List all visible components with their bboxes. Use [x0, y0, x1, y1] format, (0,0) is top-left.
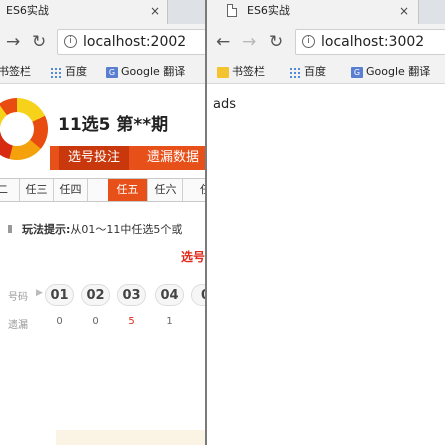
browser-toolbar: ← → ↻ i localhost:3002 [207, 24, 445, 60]
bookmark-google-translate[interactable]: G Google 翻译 [351, 64, 430, 80]
address-bar[interactable]: i localhost:2002 [57, 29, 205, 55]
forward-icon[interactable]: → [242, 32, 256, 52]
number-row-label: 号码 [8, 292, 28, 303]
reload-icon[interactable]: ↻ [32, 32, 46, 52]
back-icon[interactable]: ← [216, 32, 230, 52]
hint-text: 从01～11中任选5个或 [70, 223, 183, 236]
google-translate-icon: G [106, 66, 118, 78]
play-tab[interactable]: 任三 [20, 179, 54, 201]
play-tab[interactable]: 任 [189, 179, 205, 201]
right-browser-window: ES6实战 × ← → ↻ i localhost:3002 书签栏 百度 GG… [207, 0, 445, 445]
page-icon [227, 4, 237, 17]
bookmark-label: 百度 [65, 65, 87, 78]
bookmarks-bar: 书签栏 百度 G Google 翻译 [0, 60, 205, 84]
play-tab[interactable]: 任四 [54, 179, 88, 201]
chevron-right-icon: ▶ [36, 288, 43, 298]
bookmark-google-translate[interactable]: G Google 翻译 [106, 64, 185, 80]
number-ball[interactable]: 01 [45, 284, 74, 306]
number-ball[interactable]: 02 [81, 284, 110, 306]
hint-label: 玩法提示: [22, 223, 71, 236]
bookmark-label: 书签栏 [0, 65, 31, 78]
tab-title: ES6实战 [247, 4, 290, 17]
number-ball[interactable]: 03 [117, 284, 146, 306]
tab-strip: ES6实战 × [207, 0, 445, 24]
bookmark-label: Google 翻译 [121, 65, 186, 78]
miss-value: 0 [92, 316, 99, 327]
play-tab-active[interactable]: 任五 [108, 179, 148, 201]
left-browser-window: ES6实战 × → ↻ i localhost:2002 书签栏 百度 G Goo… [0, 0, 205, 445]
site-info-icon[interactable]: i [302, 35, 315, 48]
google-translate-icon: G [351, 66, 363, 78]
browser-tab[interactable]: ES6实战 × [0, 0, 168, 24]
play-tab[interactable]: 二 [0, 179, 20, 201]
footer-panel [56, 430, 205, 445]
body-text: ads [213, 97, 236, 112]
miss-value: 5 [128, 316, 135, 327]
tab-miss-data[interactable]: 遗漏数据 [138, 146, 205, 170]
page-title: 11选5 第**期 [58, 115, 169, 135]
forward-icon[interactable]: → [6, 32, 20, 52]
bookmark-label: 百度 [304, 65, 326, 78]
play-hint: 玩法提示:从01～11中任选5个或 [8, 221, 182, 237]
browser-tab[interactable]: ES6实战 × [207, 0, 419, 24]
tab-title: ES6实战 [6, 4, 49, 17]
select-label: 选号 [181, 250, 205, 264]
baidu-icon [50, 66, 62, 78]
miss-value: 0 [56, 316, 63, 327]
bookmark-baidu[interactable]: 百度 [289, 64, 326, 80]
browser-toolbar: → ↻ i localhost:2002 [0, 24, 205, 60]
bookmark-baidu[interactable]: 百度 [50, 64, 87, 80]
baidu-icon [289, 66, 301, 78]
tab-strip: ES6实战 × [0, 0, 205, 24]
bookmark-label: Google 翻译 [366, 65, 431, 78]
main-tabs: 选号投注 遗漏数据 [50, 146, 205, 170]
url-text: localhost:2002 [83, 34, 187, 50]
number-ball[interactable]: 04 [155, 284, 184, 306]
tab-close-icon[interactable]: × [399, 0, 409, 22]
tab-close-icon[interactable]: × [150, 0, 160, 22]
bookmarks-bar: 书签栏 百度 G Google 翻译 [207, 60, 445, 84]
folder-icon [217, 66, 229, 78]
url-text: localhost:3002 [321, 34, 425, 50]
reload-icon[interactable]: ↻ [269, 32, 283, 52]
site-info-icon[interactable]: i [64, 35, 77, 48]
miss-value: 1 [166, 316, 173, 327]
tab-select-bet[interactable]: 选号投注 [59, 146, 130, 170]
bookmark-label: 书签栏 [232, 65, 265, 78]
page-content: ads [207, 85, 445, 445]
play-type-tabs: 二 任三 任四 任五 任六 任 [0, 178, 205, 202]
play-tab[interactable]: 任六 [149, 179, 183, 201]
bookmark-folder[interactable]: 书签栏 [217, 64, 265, 80]
miss-row-label: 遗漏 [8, 320, 28, 331]
bookmark-folder[interactable]: 书签栏 [0, 64, 31, 80]
speaker-icon [8, 225, 16, 233]
address-bar[interactable]: i localhost:3002 [295, 29, 445, 55]
